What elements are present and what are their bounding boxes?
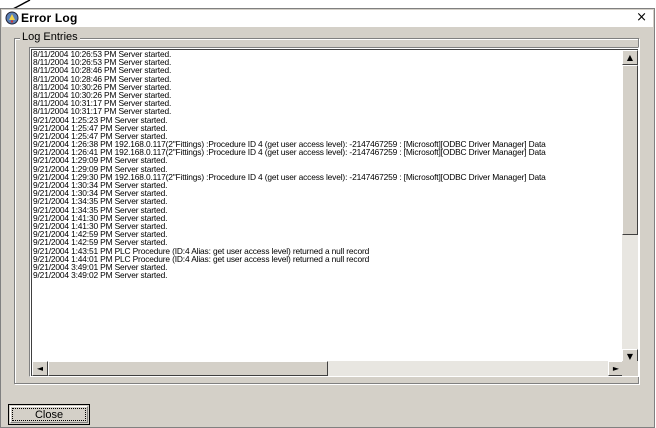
close-button-label: Close bbox=[34, 409, 64, 421]
close-button[interactable]: Close bbox=[8, 404, 90, 425]
scroll-left-icon[interactable]: ◄ bbox=[32, 361, 48, 376]
horizontal-scroll-thumb[interactable] bbox=[48, 361, 328, 376]
window-title: Error Log bbox=[21, 11, 78, 25]
log-entry[interactable]: 9/21/2004 3:49:02 PM Server started. bbox=[32, 271, 624, 280]
title-bar[interactable]: Error Log × bbox=[2, 10, 653, 27]
app-icon bbox=[5, 11, 19, 25]
log-listbox[interactable]: 8/11/2004 10:26:53 PM Server started. 8/1… bbox=[29, 47, 639, 377]
scroll-up-icon[interactable]: ▲ bbox=[622, 50, 638, 65]
scroll-corner bbox=[622, 361, 638, 376]
vertical-scroll-thumb[interactable] bbox=[622, 65, 638, 235]
horizontal-scrollbar[interactable]: ◄ ► bbox=[32, 361, 624, 376]
vertical-scrollbar[interactable]: ▲ ▼ bbox=[622, 50, 638, 364]
group-label: Log Entries bbox=[20, 31, 80, 43]
close-icon[interactable]: × bbox=[636, 11, 647, 25]
log-entries-list[interactable]: 8/11/2004 10:26:53 PM Server started. 8/1… bbox=[32, 50, 624, 364]
